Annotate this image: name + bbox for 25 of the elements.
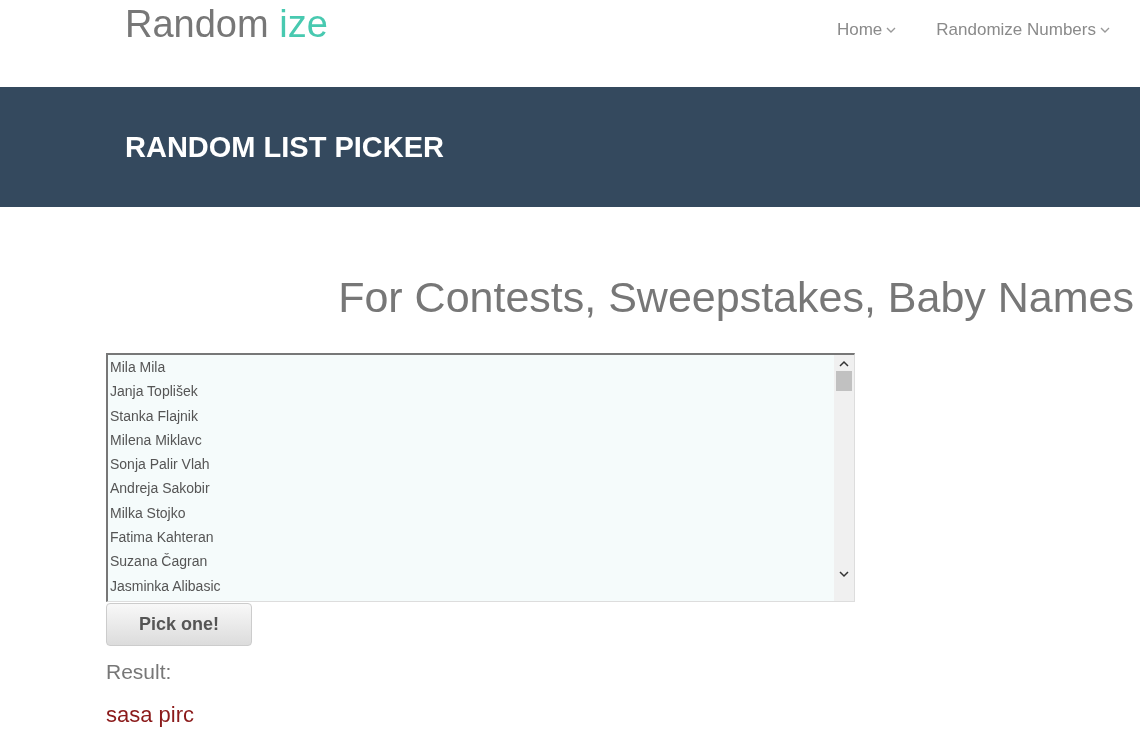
scroll-down-icon[interactable] <box>838 569 850 579</box>
result-value: sasa pirc <box>106 702 196 728</box>
scroll-thumb[interactable] <box>836 371 852 391</box>
nav-link[interactable]: Home <box>836 20 897 40</box>
result-label: Result: <box>106 660 173 684</box>
chevron-down-icon <box>886 27 897 33</box>
list-entry: Jasminka Alibasic <box>110 576 222 596</box>
scrollbar[interactable] <box>834 355 854 601</box>
pick-button[interactable]: Pick one! <box>106 603 252 646</box>
list-entry: Fatima Kahteran <box>110 528 215 548</box>
names-textarea[interactable]: Mila Mila Janja Toplišek Stanka Flajnik Milena Miklavc Sonja Palir Vlah Andreja Sakobir Milka Stojko Fatima Kahteran Suzana Čagran Jasminka Alibasic <box>106 353 855 602</box>
scroll-up-icon[interactable] <box>838 359 850 369</box>
list-entry: Stanka Flajnik <box>110 406 199 426</box>
list-entry: Sonja Palir Vlah <box>110 455 211 475</box>
page-title: RANDOM LIST PICKER <box>125 130 444 164</box>
list-entry: Janja Toplišek <box>110 382 199 402</box>
list-entry: Andreja Sakobir <box>110 479 211 499</box>
chevron-down-icon <box>1100 27 1110 33</box>
list-entry: Suzana Čagran <box>110 552 209 572</box>
section-heading: For Contests, Sweepstakes, Baby Names <box>337 272 1134 323</box>
list-entry: Mila Mila <box>110 358 167 377</box>
site-logo[interactable]: Random ize <box>125 2 328 46</box>
list-entry: Milka Stojko <box>110 503 187 523</box>
nav-link[interactable]: Randomize Numbers <box>936 20 1110 40</box>
list-entry: Milena Miklavc <box>110 430 203 450</box>
